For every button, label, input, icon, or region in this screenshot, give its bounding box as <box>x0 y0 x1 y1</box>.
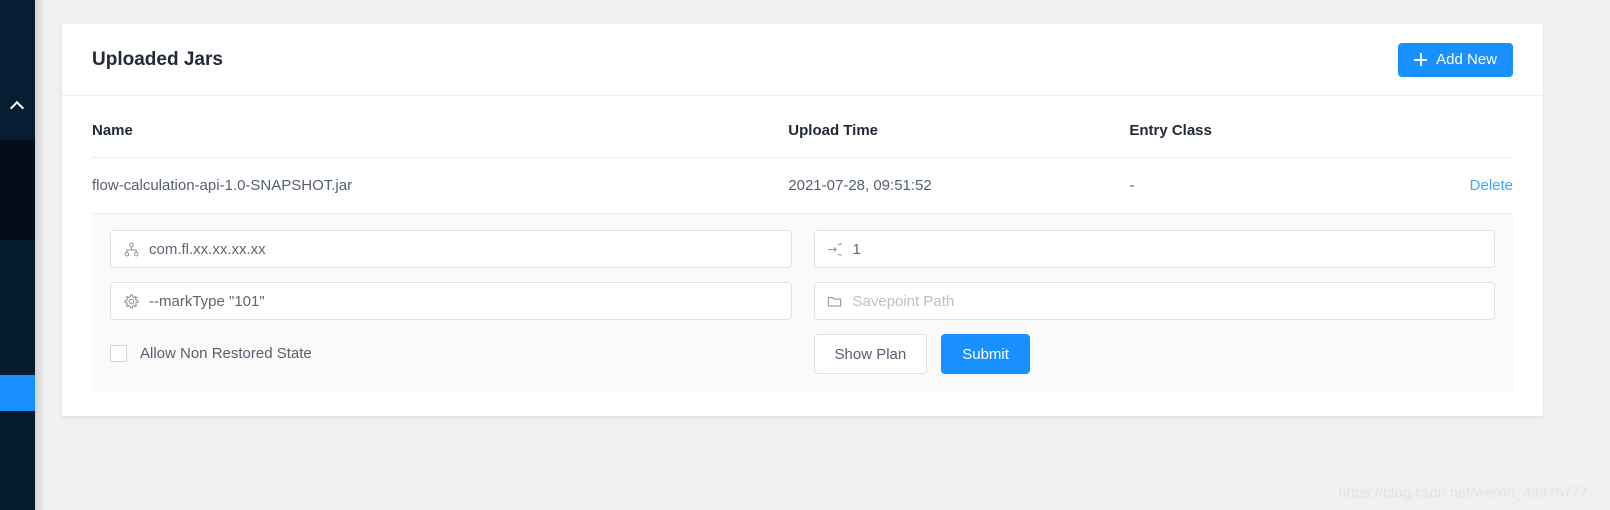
sidebar <box>0 0 35 510</box>
show-plan-button[interactable]: Show Plan <box>813 334 928 374</box>
sidebar-item-active[interactable] <box>0 375 35 411</box>
parallelism-input[interactable]: 1 <box>813 230 1495 268</box>
parallelism-value: 1 <box>852 240 861 258</box>
main-content: Uploaded Jars Add New Name Upload Time E… <box>45 0 1610 510</box>
table-row[interactable]: flow-calculation-api-1.0-SNAPSHOT.jar 20… <box>92 157 1513 214</box>
jars-table: Name Upload Time Entry Class flow-calcul… <box>92 96 1513 214</box>
savepoint-path-input[interactable]: Savepoint Path <box>813 282 1495 320</box>
table-head: Name Upload Time Entry Class <box>92 96 1513 158</box>
column-header-name: Name <box>92 96 789 158</box>
checkbox-box[interactable] <box>110 344 127 362</box>
card-header: Uploaded Jars Add New <box>62 24 1543 96</box>
sidebar-collapse-toggle[interactable] <box>0 0 35 140</box>
allow-non-restored-row: Allow Non Restored State <box>110 334 792 372</box>
cell-actions: Delete <box>1356 157 1513 214</box>
cell-upload-time: 2021-07-28, 09:51:52 <box>788 157 1130 214</box>
program-arguments-input[interactable]: --markType "101" <box>110 282 792 320</box>
column-header-upload-time: Upload Time <box>788 96 1130 158</box>
allow-non-restored-state-label: Allow Non Restored State <box>140 344 312 362</box>
uploaded-jars-card: Uploaded Jars Add New Name Upload Time E… <box>62 24 1543 416</box>
delete-link[interactable]: Delete <box>1470 177 1513 194</box>
sitemap-icon <box>123 241 139 257</box>
add-new-button[interactable]: Add New <box>1398 42 1513 77</box>
allow-non-restored-state-checkbox[interactable]: Allow Non Restored State <box>110 344 312 362</box>
sidebar-section-bottom[interactable] <box>0 411 35 510</box>
sidebar-section-middle[interactable] <box>0 240 35 375</box>
sidebar-shadow <box>35 0 45 510</box>
panel-button-row: Show Plan Submit <box>813 334 1496 374</box>
page-title: Uploaded Jars <box>92 48 223 70</box>
add-new-label: Add New <box>1436 51 1497 68</box>
jars-table-wrapper: Name Upload Time Entry Class flow-calcul… <box>62 96 1543 214</box>
watermark: https://blog.csdn.net/weixin_43975777 <box>1338 484 1588 500</box>
folder-icon <box>827 293 843 309</box>
gear-icon <box>123 293 139 309</box>
panel-left-column: com.fl.xx.xx.xx.xx --markType "101" Allo… <box>110 230 792 374</box>
entry-class-input[interactable]: com.fl.xx.xx.xx.xx <box>110 230 792 268</box>
cell-entry-class: - <box>1129 157 1357 214</box>
table-header-row: Name Upload Time Entry Class <box>92 96 1513 158</box>
sidebar-section-top[interactable] <box>0 140 35 240</box>
plus-icon <box>1414 53 1428 66</box>
savepoint-path-placeholder: Savepoint Path <box>852 292 955 310</box>
entry-class-value: com.fl.xx.xx.xx.xx <box>149 240 266 258</box>
submit-job-panel: com.fl.xx.xx.xx.xx --markType "101" Allo… <box>92 214 1513 392</box>
arrow-into-circle-icon <box>827 241 843 257</box>
submit-button[interactable]: Submit <box>941 334 1030 374</box>
panel-right-column: 1 Savepoint Path Show Plan Submit <box>813 230 1496 374</box>
column-header-actions <box>1356 96 1513 158</box>
chevron-up-icon <box>11 99 24 112</box>
cell-jar-name: flow-calculation-api-1.0-SNAPSHOT.jar <box>92 157 789 214</box>
program-arguments-value: --markType "101" <box>149 292 265 310</box>
column-header-entry-class: Entry Class <box>1129 96 1357 158</box>
table-body: flow-calculation-api-1.0-SNAPSHOT.jar 20… <box>92 157 1513 214</box>
